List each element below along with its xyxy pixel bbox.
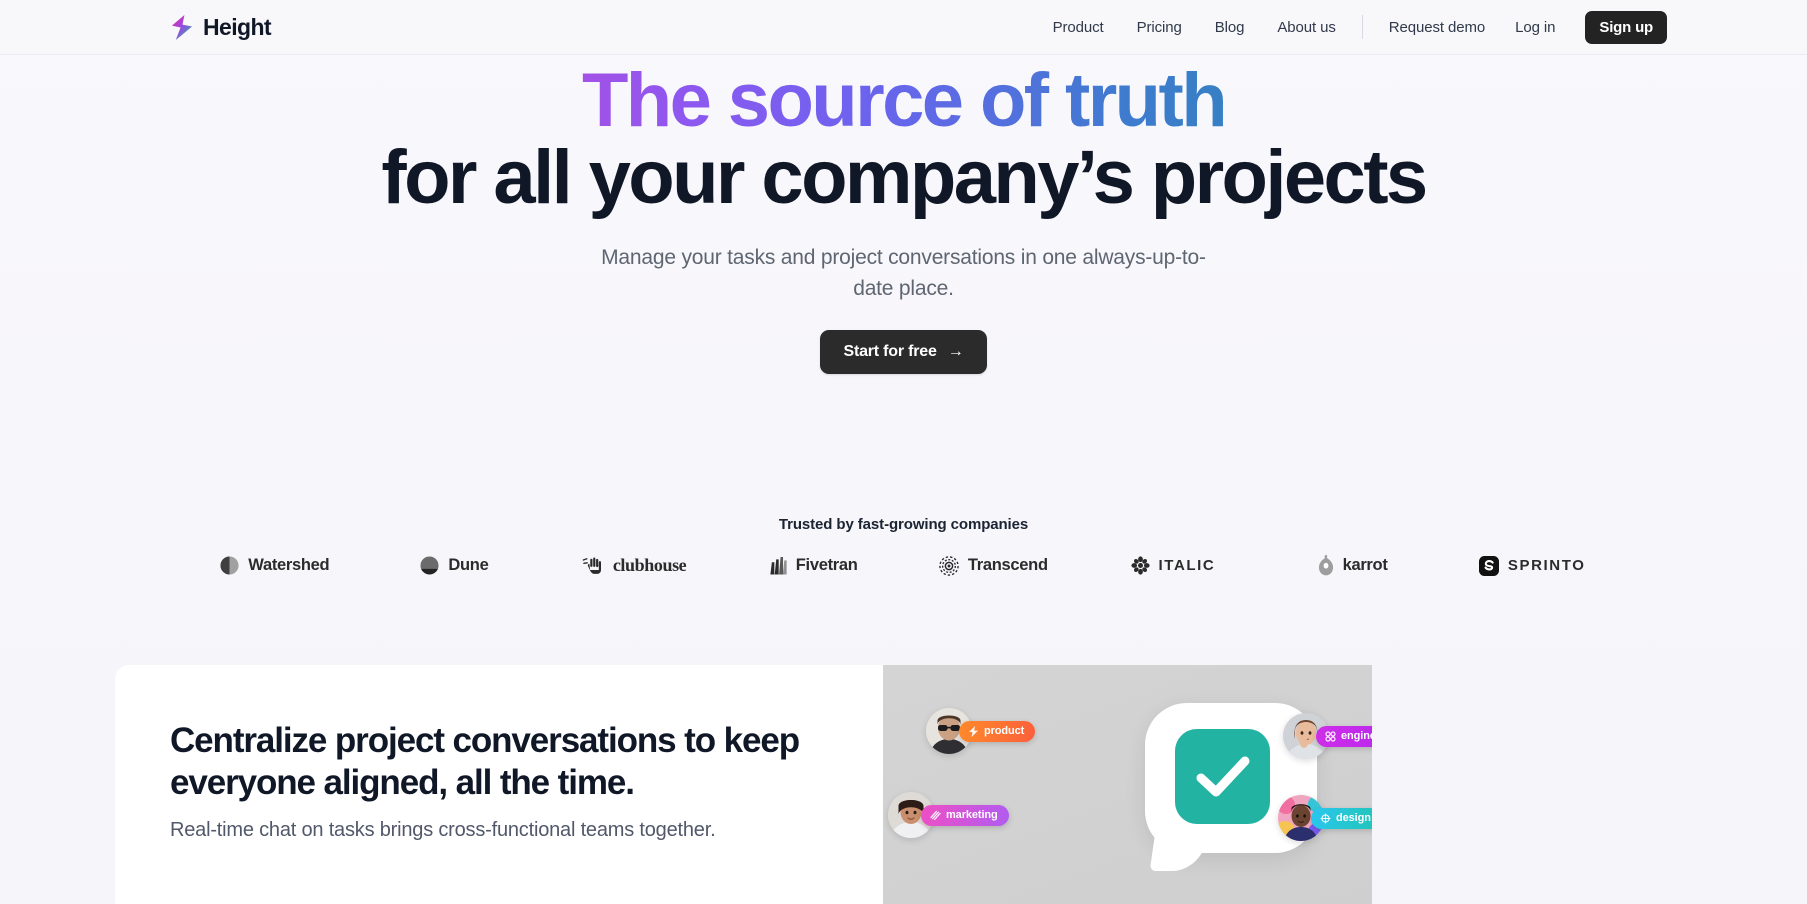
four-dots-icon — [1325, 730, 1336, 742]
trusted-by-section: Trusted by fast-growing companies Waters… — [0, 516, 1807, 576]
half-filled-circle-icon — [420, 556, 439, 575]
hero-subheadline: Manage your tasks and project conversati… — [601, 245, 1206, 300]
feature-section: Centralize project conversations to keep… — [115, 665, 1807, 904]
floral-asterisk-icon — [1130, 556, 1150, 575]
start-for-free-button[interactable]: Start for free → — [820, 330, 987, 375]
tag-design[interactable]: design — [1311, 807, 1372, 829]
customer-logo-row: Watershed Dune clubhouse Fivetran Transc… — [0, 555, 1807, 576]
split-circle-icon — [220, 556, 239, 575]
arrow-right-icon: → — [947, 343, 964, 361]
nav-link-blog[interactable]: Blog — [1215, 19, 1245, 36]
customer-logo-dune[interactable]: Dune — [365, 556, 545, 575]
log-in-link[interactable]: Log in — [1515, 19, 1555, 36]
feature-heading: Centralize project conversations to keep… — [170, 721, 800, 802]
nav-actions: Request demo Log in Sign up — [1389, 10, 1667, 44]
nav-link-product[interactable]: Product — [1053, 19, 1104, 36]
avatar-tag-design: design — [1278, 795, 1372, 841]
customer-logo-fivetran[interactable]: Fivetran — [724, 556, 904, 576]
hero-section: The source of truth for all your company… — [0, 55, 1807, 375]
tag-label: product — [984, 725, 1025, 737]
checkmark-badge — [1175, 729, 1270, 824]
headline-line-1: The source of truth — [0, 63, 1807, 139]
waves-icon — [930, 810, 941, 821]
concentric-rings-icon — [939, 555, 959, 576]
page-title: The source of truth for all your company… — [0, 63, 1807, 220]
lightning-bolt-icon — [171, 14, 193, 40]
customer-logo-label: ITALIC — [1158, 557, 1216, 575]
customer-logo-italic[interactable]: ITALIC — [1083, 556, 1263, 575]
tag-label: design — [1336, 812, 1371, 824]
avatar-tag-product: product — [926, 708, 1036, 754]
feature-illustration: product marketing engin design — [883, 665, 1372, 904]
hero-cta-wrapper: Start for free → — [0, 330, 1807, 375]
lightning-bolt-icon — [968, 725, 979, 737]
brand-name: Height — [203, 13, 272, 40]
tag-label: marketing — [946, 809, 998, 821]
customer-logo-label: karrot — [1342, 556, 1388, 575]
nav-primary-links: Product Pricing Blog About us — [1053, 19, 1336, 36]
tag-label: engineering — [1341, 730, 1372, 742]
feature-text-card: Centralize project conversations to keep… — [115, 665, 883, 904]
nav-divider — [1361, 15, 1363, 39]
customer-logo-label: SPRINTO — [1507, 557, 1586, 575]
start-for-free-label: Start for free — [843, 343, 937, 361]
customer-logo-karrot[interactable]: karrot — [1263, 555, 1443, 576]
trusted-by-title: Trusted by fast-growing companies — [778, 516, 1029, 534]
slanted-bars-icon — [770, 556, 787, 575]
brand-logo[interactable]: Height — [171, 13, 272, 41]
customer-logo-label: Transcend — [967, 556, 1048, 575]
headline-line-2: for all your company’s projects — [381, 134, 1428, 220]
avatar-tag-marketing: marketing — [888, 792, 1009, 838]
avatar-tag-engineering: engineering — [1283, 713, 1372, 759]
customer-logo-transcend[interactable]: Transcend — [904, 555, 1084, 576]
tag-marketing[interactable]: marketing — [921, 804, 1009, 826]
customer-logo-sprinto[interactable]: SPRINTO — [1442, 555, 1622, 576]
top-navigation-bar: Height Product Pricing Blog About us Req… — [0, 0, 1807, 55]
checkmark-icon — [1196, 756, 1249, 796]
customer-logo-label: Fivetran — [795, 556, 858, 575]
customer-logo-watershed[interactable]: Watershed — [185, 556, 365, 575]
customer-logo-label: Watershed — [248, 556, 330, 575]
snowflake-icon — [1320, 812, 1331, 824]
tag-product[interactable]: product — [959, 720, 1036, 742]
customer-logo-label: Dune — [448, 556, 489, 575]
waving-hand-icon — [582, 557, 601, 574]
balloon-icon — [1318, 555, 1333, 576]
request-demo-link[interactable]: Request demo — [1389, 19, 1485, 36]
customer-logo-label: clubhouse — [612, 555, 687, 576]
nav-link-about-us[interactable]: About us — [1277, 19, 1336, 36]
tag-engineering[interactable]: engineering — [1316, 725, 1372, 747]
sign-up-button[interactable]: Sign up — [1585, 10, 1667, 44]
nav-link-pricing[interactable]: Pricing — [1137, 19, 1182, 36]
customer-logo-clubhouse[interactable]: clubhouse — [544, 555, 724, 576]
feature-body: Real-time chat on tasks brings cross-fun… — [170, 819, 716, 841]
rounded-square-s-icon — [1478, 555, 1499, 576]
landing-page: Height Product Pricing Blog About us Req… — [0, 0, 1807, 904]
